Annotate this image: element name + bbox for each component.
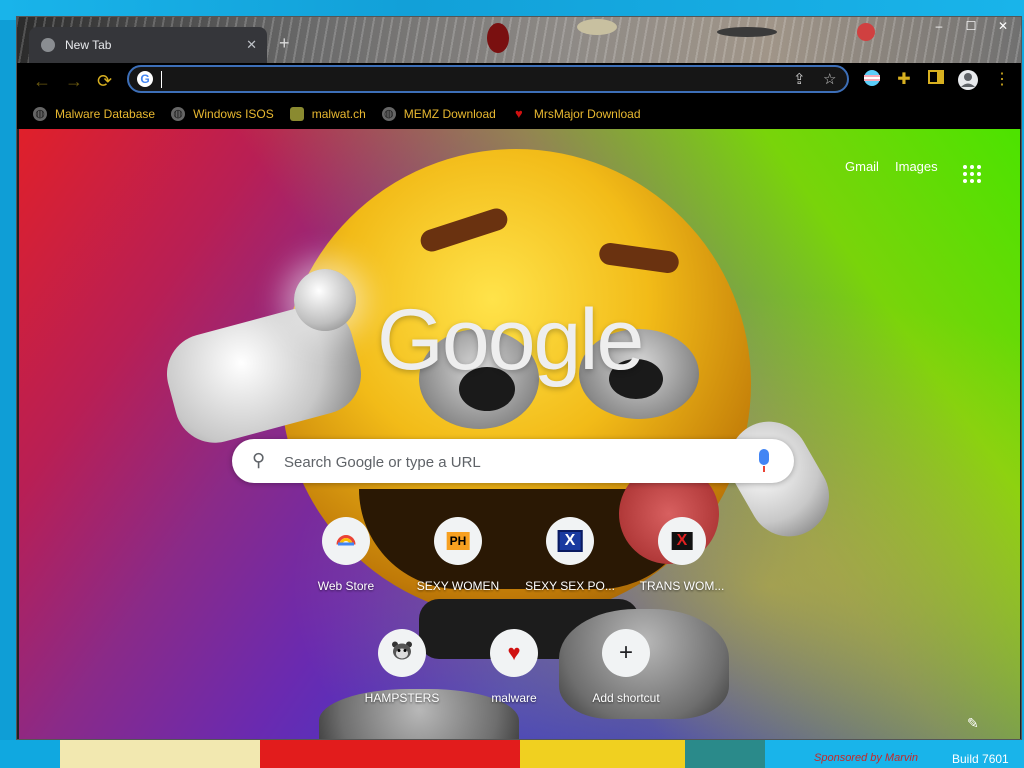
shortcut-sexy-sex-po[interactable]: X SEXY SEX PO... bbox=[514, 517, 626, 593]
shortcut-malware[interactable]: ♥ malware bbox=[458, 629, 570, 705]
google-g-icon: G bbox=[137, 71, 153, 87]
web-store-icon bbox=[336, 532, 356, 551]
omnibox[interactable]: G ⇪ ☆ bbox=[127, 65, 849, 93]
add-shortcut-button[interactable]: + Add shortcut bbox=[570, 629, 682, 705]
close-window-button[interactable]: ✕ bbox=[987, 17, 1019, 35]
x-red-icon: X bbox=[671, 532, 693, 550]
sidebar-icon[interactable] bbox=[925, 69, 947, 91]
ph-icon: PH bbox=[446, 532, 470, 550]
search-box[interactable]: ⚲ bbox=[232, 439, 794, 483]
bookmarks-bar: ◍ Malware Database ◍ Windows ISOS malwat… bbox=[17, 99, 1021, 129]
tab-title: New Tab bbox=[65, 38, 112, 52]
shortcut-trans-wom[interactable]: X TRANS WOM... bbox=[626, 517, 738, 593]
share-icon[interactable]: ⇪ bbox=[793, 70, 806, 88]
bookmark-mrsmajor-download[interactable]: ♥ MrsMajor Download bbox=[512, 106, 641, 122]
title-bar[interactable]: New Tab ✕ + – ☐ ✕ bbox=[17, 17, 1021, 63]
gmail-link[interactable]: Gmail bbox=[845, 159, 879, 174]
x-blue-icon: X bbox=[557, 530, 583, 552]
customize-pencil-icon[interactable]: ✎ bbox=[967, 715, 979, 732]
bookmark-memz-download[interactable]: ◍ MEMZ Download bbox=[381, 107, 496, 121]
shortcut-hampsters[interactable]: HAMPSTERS bbox=[346, 629, 458, 705]
profile-icon[interactable] bbox=[957, 69, 979, 91]
trans-flag-icon[interactable] bbox=[861, 69, 883, 91]
malwatch-icon bbox=[289, 107, 304, 121]
heart-icon: ♥ bbox=[514, 106, 523, 121]
shortcut-web-store[interactable]: Web Store bbox=[290, 517, 402, 593]
toolbar: ← → ⟳ G ⇪ ☆ ✚ ⋮ bbox=[17, 63, 1021, 99]
menu-icon[interactable]: ⋮ bbox=[991, 69, 1013, 91]
apps-grid-icon[interactable] bbox=[963, 165, 981, 183]
new-tab-button[interactable]: + bbox=[279, 33, 290, 54]
desktop-background-left bbox=[0, 20, 16, 740]
heart-icon: ♥ bbox=[507, 640, 521, 665]
search-icon: ⚲ bbox=[252, 450, 266, 470]
plus-icon: + bbox=[618, 639, 634, 666]
bookmark-malwatch[interactable]: malwat.ch bbox=[289, 107, 366, 121]
shortcut-sexy-women[interactable]: PH SEXY WOMEN bbox=[402, 517, 514, 593]
tab-new-tab[interactable]: New Tab ✕ bbox=[29, 27, 267, 63]
chrome-icon bbox=[41, 38, 55, 52]
forward-button[interactable]: → bbox=[65, 71, 83, 92]
globe-icon: ◍ bbox=[381, 107, 396, 121]
sponsor-watermark: Sponsored by Marvin bbox=[814, 752, 918, 764]
close-tab-icon[interactable]: ✕ bbox=[246, 37, 257, 53]
bookmark-malware-database[interactable]: ◍ Malware Database bbox=[33, 107, 155, 121]
hamster-icon bbox=[391, 641, 413, 666]
reload-button[interactable]: ⟳ bbox=[97, 71, 112, 92]
back-button[interactable]: ← bbox=[33, 71, 51, 92]
search-input[interactable] bbox=[282, 449, 746, 475]
microphone-icon[interactable] bbox=[759, 449, 769, 465]
star-icon[interactable]: ☆ bbox=[823, 70, 836, 88]
maximize-button[interactable]: ☐ bbox=[955, 17, 987, 35]
browser-window: New Tab ✕ + – ☐ ✕ ← → ⟳ G ⇪ ☆ ✚ ⋮ ◍ Malw… bbox=[16, 16, 1022, 740]
new-tab-page: Gmail Images Google ⚲ Web Store PH SEXY … bbox=[19, 129, 1020, 739]
globe-icon: ◍ bbox=[33, 107, 47, 121]
text-caret bbox=[161, 71, 162, 88]
window-controls: – ☐ ✕ bbox=[923, 17, 1019, 35]
windows-build-watermark: Build 7601 bbox=[952, 752, 1009, 766]
bookmark-windows-isos[interactable]: ◍ Windows ISOS bbox=[171, 107, 274, 121]
images-link[interactable]: Images bbox=[895, 159, 938, 174]
minimize-button[interactable]: – bbox=[923, 17, 955, 35]
google-logo: Google bbox=[377, 292, 644, 388]
globe-icon: ◍ bbox=[171, 107, 186, 121]
puzzle-icon[interactable]: ✚ bbox=[893, 69, 915, 91]
